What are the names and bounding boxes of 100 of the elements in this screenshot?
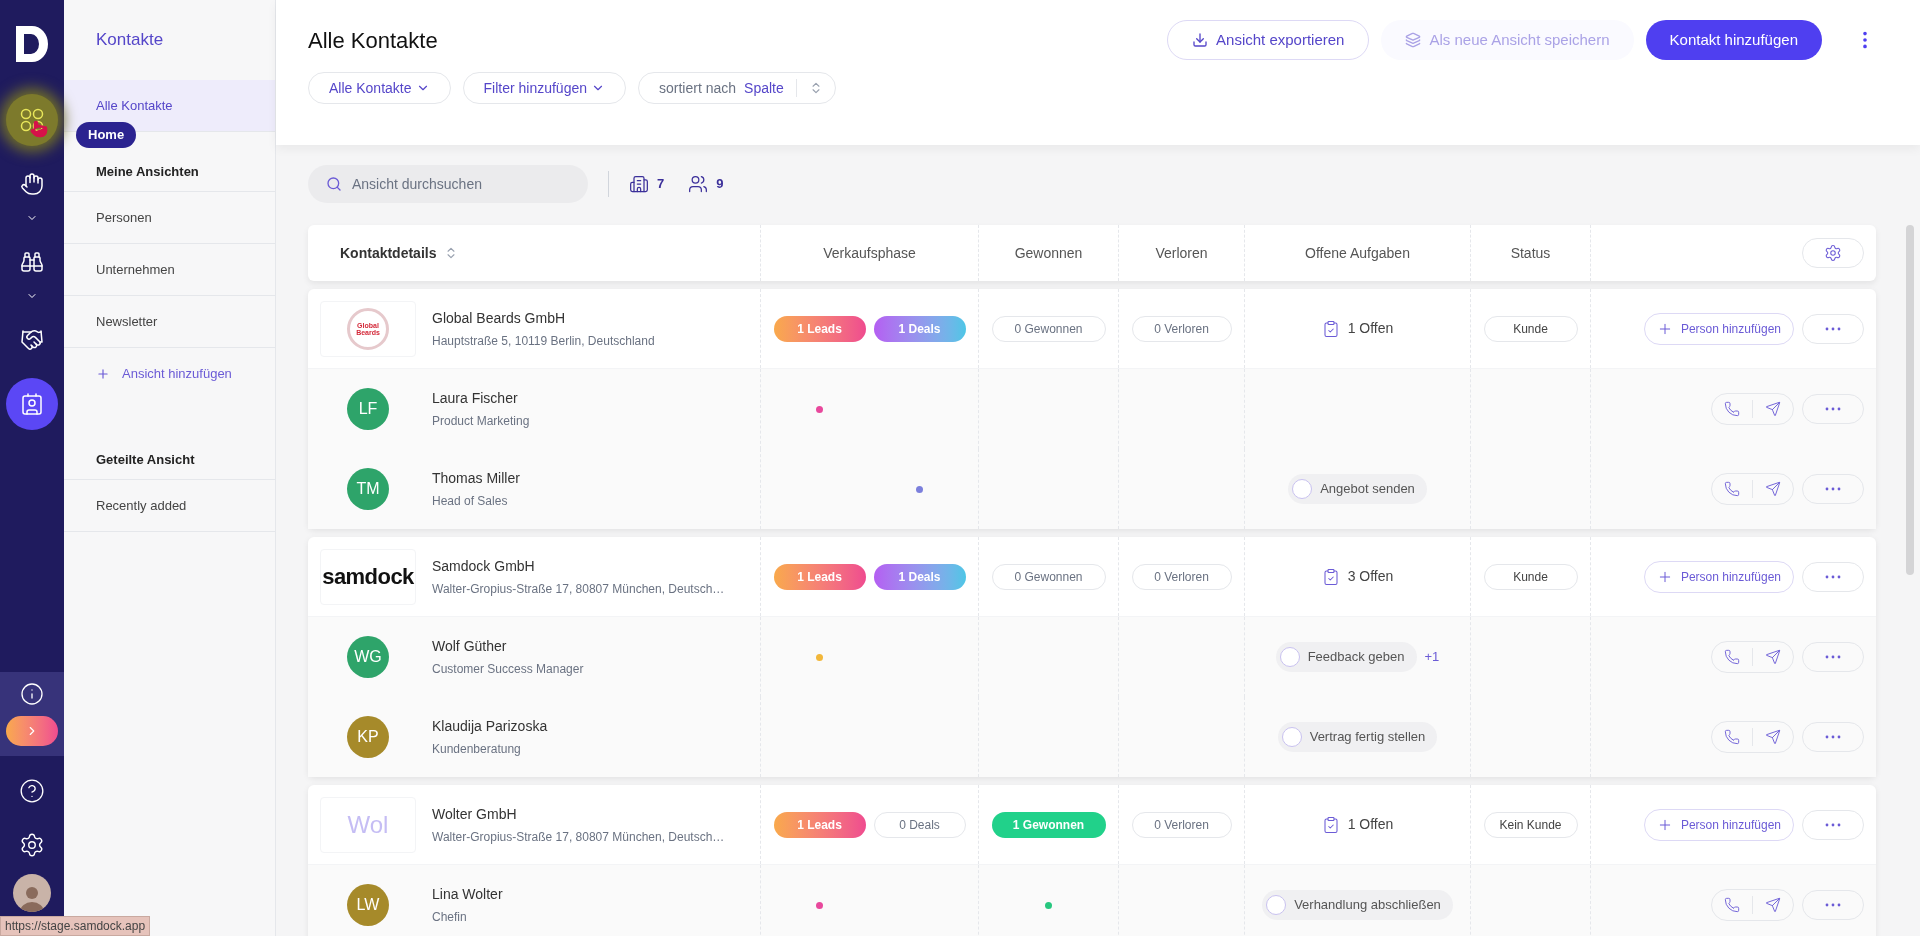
ellipsis-icon [1825, 822, 1841, 827]
lost-count-badge: 0 Verloren [1131, 563, 1232, 590]
clipboard-check-icon [1321, 815, 1340, 834]
person-avatar: TM [347, 468, 389, 510]
nav-item[interactable] [6, 378, 58, 430]
sidebar-item[interactable]: Recently added [64, 480, 275, 532]
send-icon[interactable] [1765, 729, 1781, 745]
send-icon[interactable] [1765, 401, 1781, 417]
ellipsis-icon [1825, 407, 1841, 411]
lost-count-badge: 0 Verloren [1131, 315, 1232, 342]
deals-badge: 1 Deals [873, 563, 966, 590]
add-view-link[interactable]: Ansicht hinzufügen [64, 348, 232, 400]
add-contact-button[interactable]: Kontakt hinzufügen [1645, 20, 1822, 60]
company-logo: samdock [320, 548, 416, 605]
ellipsis-icon [1825, 487, 1841, 491]
task-item[interactable]: Angebot senden [1288, 474, 1427, 504]
send-icon[interactable] [1765, 649, 1781, 665]
task-item[interactable]: Vertrag fertig stellen [1277, 722, 1438, 752]
section-heading: Meine Ansichten [64, 152, 275, 192]
plus-icon [96, 367, 110, 381]
company-name[interactable]: Wolter GmbH [432, 803, 725, 825]
page-title: Alle Kontakte [308, 26, 438, 55]
sidebar-item[interactable]: Newsletter [64, 296, 275, 348]
person-name[interactable]: Thomas Miller [432, 468, 520, 489]
company-address: Walter-Gropius-Straße 17, 80807 München, Deutsch… [432, 580, 725, 598]
company-name[interactable]: Global Beards GmbH [432, 307, 655, 329]
send-icon[interactable] [1765, 481, 1781, 497]
clipboard-check-icon [1321, 319, 1340, 338]
help-icon[interactable] [19, 778, 45, 804]
column-header[interactable]: Status [1510, 242, 1551, 264]
expand-button[interactable] [6, 716, 58, 746]
search-icon [326, 176, 342, 192]
task-checkbox[interactable] [1292, 479, 1313, 499]
person-avatar: LF [347, 388, 389, 430]
search-field[interactable]: Ansicht durchsuchen [308, 165, 588, 203]
count-label: 7 [657, 175, 665, 194]
sort-label: sortiert nach [659, 78, 737, 98]
task-checkbox[interactable] [1281, 727, 1302, 747]
person-name[interactable]: Laura Fischer [432, 388, 530, 409]
column-header[interactable]: Kontaktdetails [340, 242, 459, 264]
phone-icon[interactable] [1724, 649, 1740, 665]
people-icon [688, 174, 709, 194]
sidebar-item[interactable]: Unternehmen [64, 244, 275, 296]
nav-item[interactable] [6, 94, 58, 146]
more-tasks-count[interactable]: +1 [1424, 647, 1440, 667]
deals-badge: 1 Deals [873, 315, 966, 342]
phone-icon[interactable] [1724, 481, 1740, 497]
person-avatar: WG [347, 636, 389, 678]
ellipsis-icon [1825, 735, 1841, 739]
clipboard-check-icon [1321, 567, 1340, 586]
person-avatar: KP [347, 716, 389, 758]
scrollbar[interactable] [1906, 225, 1914, 575]
won-count-badge: 0 Gewonnen [991, 563, 1106, 590]
person-name[interactable]: Klaudija Parizoska [432, 716, 548, 737]
company-logo: Wol [320, 796, 416, 853]
won-count-badge: 0 Gewonnen [991, 315, 1106, 342]
open-tasks-count: 1 Offen [1347, 319, 1394, 338]
settings-icon[interactable] [19, 832, 45, 858]
task-checkbox[interactable] [1266, 895, 1287, 915]
grid-icon [19, 107, 45, 133]
task-item[interactable]: Feedback geben [1275, 642, 1417, 672]
pointer-cursor-icon [30, 120, 48, 138]
contact-icon [20, 392, 44, 416]
phone-icon[interactable] [1724, 897, 1740, 913]
export-button[interactable]: Ansicht exportieren [1167, 20, 1370, 60]
tooltip: Home [76, 122, 137, 148]
task-checkbox[interactable] [1279, 647, 1300, 667]
person-role: Customer Success Manager [432, 661, 584, 678]
column-header[interactable]: Gewonnen [1014, 242, 1083, 264]
user-avatar[interactable] [13, 874, 51, 912]
building-icon [629, 174, 649, 194]
sidebar-item[interactable]: Personen [64, 192, 275, 244]
binoculars-icon [20, 250, 44, 274]
info-icon[interactable] [20, 682, 44, 706]
open-tasks-count: 3 Offen [1347, 567, 1394, 586]
url-status-tooltip: https://stage.samdock.app [0, 916, 151, 936]
person-role: Kundenberatung [432, 741, 522, 758]
phone-icon[interactable] [1724, 401, 1740, 417]
settings-icon [1824, 244, 1842, 262]
lost-count-badge: 0 Verloren [1131, 811, 1232, 838]
hand-icon [20, 172, 44, 196]
ellipsis-icon [1825, 903, 1841, 907]
phone-icon[interactable] [1724, 729, 1740, 745]
column-header[interactable]: Verkaufsphase [823, 242, 916, 264]
column-header[interactable]: Verloren [1155, 242, 1208, 264]
send-icon[interactable] [1765, 897, 1781, 913]
open-tasks-count: 1 Offen [1347, 815, 1394, 834]
layers-icon [1405, 32, 1422, 48]
person-role: Product Marketing [432, 413, 530, 430]
task-item[interactable]: Verhandlung abschließen [1262, 890, 1453, 920]
person-name[interactable]: Lina Wolter [432, 884, 503, 905]
sidebar-title: Kontakte [95, 29, 165, 52]
column-header[interactable]: Offene Aufgaben [1305, 242, 1410, 264]
deals-badge: 0 Deals [873, 811, 966, 838]
handshake-icon [20, 328, 44, 352]
company-name[interactable]: Samdock GmbH [432, 555, 725, 577]
ellipsis-icon [1825, 574, 1841, 579]
ellipsis-icon [1825, 326, 1841, 331]
company-address: Hauptstraße 5, 10119 Berlin, Deutschland [432, 332, 655, 350]
person-name[interactable]: Wolf Güther [432, 636, 584, 657]
